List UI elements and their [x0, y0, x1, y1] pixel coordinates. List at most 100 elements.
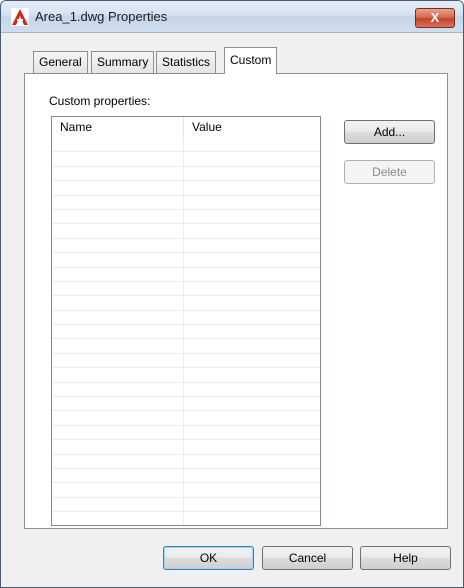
- cell-name: [52, 138, 184, 152]
- cell-name: [52, 468, 184, 483]
- list-row: [52, 411, 320, 426]
- cell-value: [184, 383, 320, 396]
- cell-value: [184, 512, 320, 525]
- cell-value: [184, 138, 320, 151]
- tab-custom[interactable]: Custom: [224, 47, 278, 74]
- column-header-value[interactable]: Value: [184, 117, 320, 138]
- cell-value: [184, 426, 320, 439]
- list-row: [52, 310, 320, 326]
- cell-value: [184, 354, 320, 367]
- list-row: [52, 454, 320, 469]
- cell-name: [52, 397, 184, 411]
- cell-value: [184, 339, 320, 352]
- cell-name: [52, 281, 184, 296]
- cell-value: [184, 152, 320, 165]
- list-row: [52, 497, 320, 513]
- cell-name: [52, 166, 184, 181]
- tab-statistics[interactable]: Statistics: [156, 51, 217, 73]
- cell-value: [184, 483, 320, 496]
- list-row: [52, 181, 320, 196]
- cell-name: [52, 325, 184, 339]
- custom-properties-list[interactable]: Name Value: [51, 116, 321, 526]
- cell-name: [52, 382, 184, 397]
- list-row: [52, 253, 320, 268]
- cell-name: [52, 497, 184, 512]
- cell-name: [52, 195, 184, 209]
- cancel-button[interactable]: Cancel: [262, 546, 353, 570]
- cell-name: [52, 368, 184, 382]
- list-row: [52, 397, 320, 412]
- list-row: [52, 325, 320, 340]
- cell-value: [184, 167, 320, 180]
- ok-button[interactable]: OK: [163, 546, 254, 570]
- cell-name: [52, 353, 184, 368]
- list-row: [52, 425, 320, 441]
- list-row: [52, 512, 320, 525]
- list-row: [52, 382, 320, 398]
- list-row: [52, 468, 320, 484]
- close-icon: X: [430, 10, 440, 25]
- cell-value: [184, 196, 320, 209]
- cell-value: [184, 282, 320, 295]
- help-button[interactable]: Help: [360, 546, 451, 570]
- cell-name: [52, 181, 184, 195]
- window-title: Area_1.dwg Properties: [35, 9, 168, 24]
- properties-dialog: Area_1.dwg Properties X General Summary …: [0, 0, 464, 588]
- cell-name: [52, 310, 184, 325]
- custom-tab-panel: Custom properties: Name Value Add... Del…: [24, 73, 448, 529]
- cell-name: [52, 209, 184, 224]
- add-button[interactable]: Add...: [344, 120, 435, 144]
- list-row: [52, 138, 320, 153]
- cell-name: [52, 483, 184, 497]
- cell-value: [184, 210, 320, 223]
- title-bar[interactable]: Area_1.dwg Properties X: [1, 1, 463, 33]
- cell-value: [184, 325, 320, 338]
- list-rows: [52, 138, 320, 525]
- cell-name: [52, 440, 184, 454]
- cell-name: [52, 512, 184, 525]
- tab-general[interactable]: General: [33, 51, 88, 73]
- list-row: [52, 353, 320, 369]
- cell-name: [52, 238, 184, 253]
- cell-value: [184, 397, 320, 410]
- cell-name: [52, 152, 184, 166]
- cell-name: [52, 425, 184, 440]
- list-row: [52, 296, 320, 311]
- list-header: Name Value: [52, 117, 320, 138]
- list-row: [52, 238, 320, 254]
- cell-value: [184, 181, 320, 194]
- cell-value: [184, 224, 320, 237]
- list-row: [52, 195, 320, 210]
- cell-value: [184, 411, 320, 424]
- cell-name: [52, 339, 184, 353]
- list-row: [52, 209, 320, 225]
- cell-value: [184, 239, 320, 252]
- cell-value: [184, 311, 320, 324]
- list-row: [52, 267, 320, 282]
- list-row: [52, 166, 320, 182]
- cell-value: [184, 368, 320, 381]
- cell-value: [184, 455, 320, 468]
- list-row: [52, 152, 320, 167]
- cell-value: [184, 296, 320, 309]
- cell-name: [52, 267, 184, 281]
- cell-value: [184, 469, 320, 482]
- list-row: [52, 483, 320, 498]
- custom-properties-label: Custom properties:: [49, 94, 151, 108]
- autocad-icon: [11, 8, 29, 26]
- cell-value: [184, 498, 320, 511]
- list-row: [52, 339, 320, 354]
- list-row: [52, 368, 320, 383]
- list-row: [52, 224, 320, 239]
- cell-name: [52, 454, 184, 468]
- close-button[interactable]: X: [415, 8, 455, 28]
- delete-button[interactable]: Delete: [344, 160, 435, 184]
- cell-value: [184, 440, 320, 453]
- tab-summary[interactable]: Summary: [91, 51, 155, 73]
- cell-name: [52, 296, 184, 310]
- column-header-name[interactable]: Name: [52, 117, 184, 138]
- list-row: [52, 440, 320, 455]
- cell-name: [52, 253, 184, 267]
- cell-name: [52, 224, 184, 238]
- cell-value: [184, 253, 320, 266]
